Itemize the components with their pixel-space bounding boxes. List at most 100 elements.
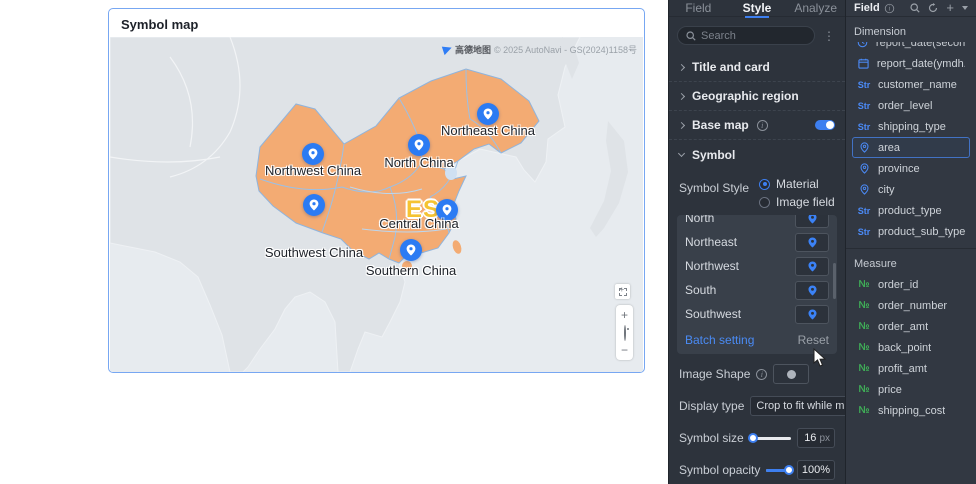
field-item-profit-amt[interactable]: № profit_amt <box>852 358 970 379</box>
app-root: Symbol map 高德地图 © 2025 AutoNavi - GS(202… <box>0 0 976 484</box>
number-type-icon: № <box>858 279 870 290</box>
map-pin-north[interactable] <box>408 134 430 156</box>
map-attribution-brand: 高德地图 <box>454 45 491 55</box>
dimension-section-title: Dimension <box>854 26 906 38</box>
field-name: product_sub_type <box>877 225 965 238</box>
reset-link[interactable]: Reset <box>798 333 829 347</box>
string-type-icon: Str <box>857 100 871 111</box>
field-item-order-amt[interactable]: № order_amt <box>852 316 970 337</box>
field-item-report-date-second[interactable]: report_date(second... <box>852 42 970 53</box>
field-item-order-id[interactable]: № order_id <box>852 274 970 295</box>
radio-material[interactable]: Material <box>759 177 835 191</box>
symbol-map-card[interactable]: Symbol map 高德地图 © 2025 AutoNavi - GS(202… <box>108 8 645 373</box>
field-item-product-type[interactable]: Str product_type <box>852 200 970 221</box>
field-item-province[interactable]: province <box>852 158 970 179</box>
tab-field[interactable]: Field <box>669 1 728 15</box>
field-name: report_date(ymdh... <box>876 57 965 70</box>
calendar-icon <box>857 58 870 69</box>
field-name: shipping_cost <box>878 404 946 417</box>
field-name: price <box>878 383 902 396</box>
field-item-city[interactable]: city <box>852 179 970 200</box>
zoom-out-button[interactable]: − <box>616 342 633 358</box>
field-name: customer_name <box>878 78 957 91</box>
section-base-map[interactable]: Base map i <box>669 111 845 140</box>
symbol-size-input[interactable]: 16 px <box>797 428 835 448</box>
map-label-northwest: Northwest China <box>264 163 362 178</box>
locate-button[interactable] <box>616 324 633 341</box>
radio-image-field[interactable]: Image field <box>759 195 835 209</box>
region-symbol-button[interactable] <box>795 304 829 324</box>
base-map-toggle[interactable] <box>815 120 835 130</box>
measure-list: № order_id № order_number № order_amt № … <box>846 274 976 421</box>
region-symbol-button[interactable] <box>795 232 829 252</box>
number-type-icon: № <box>858 384 870 395</box>
map-zoom-controls: + − <box>616 305 633 360</box>
fit-icon <box>618 285 627 296</box>
tab-style[interactable]: Style <box>728 1 787 18</box>
map-canvas[interactable]: 高德地图 © 2025 AutoNavi - GS(2024)1158号 ES … <box>110 37 643 372</box>
number-type-icon: № <box>858 300 870 311</box>
section-symbol[interactable]: Symbol <box>669 140 845 169</box>
map-pin-southwest[interactable] <box>303 194 325 216</box>
add-field-icon[interactable]: + <box>946 1 954 14</box>
field-item-shipping-cost[interactable]: № shipping_cost <box>852 400 970 421</box>
field-item-area[interactable]: area <box>852 137 970 158</box>
field-item-order-number[interactable]: № order_number <box>852 295 970 316</box>
section-geographic-region[interactable]: Geographic region <box>669 82 845 111</box>
field-name: city <box>878 183 895 196</box>
map-pin-northwest[interactable] <box>302 143 324 165</box>
section-title-and-card[interactable]: Title and card <box>669 53 845 82</box>
image-shape-row: Image Shape i <box>679 362 835 386</box>
field-item-price[interactable]: № price <box>852 379 970 400</box>
display-type-row: Display type Crop to fit while m... <box>679 394 872 418</box>
collapse-caret-icon[interactable] <box>962 6 968 10</box>
symbol-size-row: Symbol size 16 px <box>679 426 835 450</box>
search-input[interactable] <box>701 29 806 42</box>
region-symbol-button[interactable] <box>795 280 829 300</box>
symbol-size-slider[interactable] <box>747 432 791 444</box>
field-name: order_id <box>878 278 919 291</box>
region-row-southwest: Southwest <box>685 302 829 326</box>
symbol-opacity-slider[interactable] <box>766 464 795 476</box>
info-icon: i <box>884 3 894 13</box>
symbol-region-list: North Northeast Northwest South Southwes… <box>677 215 837 354</box>
field-item-shipping-type[interactable]: Str shipping_type <box>852 116 970 137</box>
map-pin-northeast[interactable] <box>477 103 499 125</box>
region-row-northwest: Northwest <box>685 254 829 278</box>
base-map-svg <box>110 37 643 372</box>
field-panel-title: Field <box>854 2 880 14</box>
list-scrollbar[interactable] <box>833 263 836 299</box>
map-pin-southern[interactable] <box>400 239 422 261</box>
slider-thumb[interactable] <box>747 433 758 443</box>
field-item-customer-name[interactable]: Str customer_name <box>852 74 970 95</box>
map-fit-button[interactable] <box>615 284 630 299</box>
card-title: Symbol map <box>121 17 199 32</box>
pin-icon <box>309 199 319 211</box>
panel-tabs: Field Style Analyze <box>669 0 845 18</box>
region-symbol-button[interactable] <box>795 215 829 228</box>
symbol-style-label: Symbol Style <box>679 181 750 195</box>
slider-thumb[interactable] <box>784 465 795 475</box>
search-box[interactable] <box>677 26 815 45</box>
image-shape-button[interactable] <box>773 364 810 384</box>
refresh-icon[interactable] <box>928 3 938 13</box>
zoom-in-button[interactable]: + <box>616 307 633 323</box>
region-name: South <box>685 283 717 297</box>
field-item-back-point[interactable]: № back_point <box>852 337 970 358</box>
tab-analyze[interactable]: Analyze <box>786 1 845 15</box>
batch-row: Batch setting Reset <box>677 326 837 354</box>
field-panel: Field i + Dimension report_date(second..… <box>845 0 976 484</box>
region-scroll-area[interactable]: North Northeast Northwest South Southwes… <box>677 215 837 326</box>
pin-icon <box>807 308 817 320</box>
more-options-icon[interactable]: ⋮ <box>821 30 837 42</box>
search-icon[interactable] <box>910 3 921 13</box>
region-symbol-button[interactable] <box>795 256 829 276</box>
field-item-product-sub-type[interactable]: Str product_sub_type <box>852 221 970 242</box>
geo-pin-icon <box>857 184 871 195</box>
info-icon: i <box>756 119 768 131</box>
field-item-order-level[interactable]: Str order_level <box>852 95 970 116</box>
number-type-icon: № <box>858 363 870 374</box>
field-item-report-date-ymdh[interactable]: report_date(ymdh... <box>852 53 970 74</box>
symbol-opacity-input[interactable]: 100% <box>797 460 835 480</box>
batch-setting-link[interactable]: Batch setting <box>685 333 754 347</box>
